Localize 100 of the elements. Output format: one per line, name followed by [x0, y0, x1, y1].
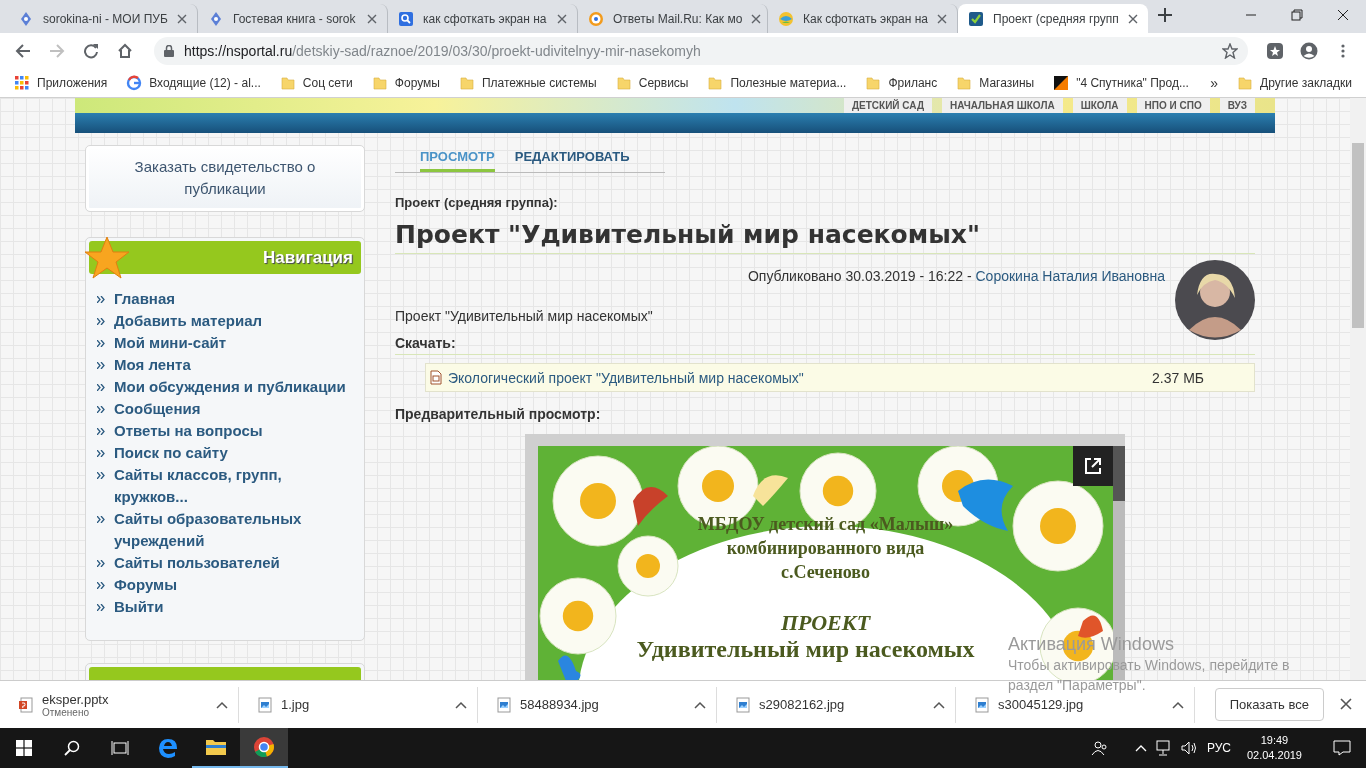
site-nav-tab[interactable]: ДЕТСКИЙ САД	[843, 98, 933, 113]
address-bar[interactable]: https://nsportal.ru/detskiy-sad/raznoe/2019/03/30/proekt-udivitelnyy-mir-nasekomyh	[154, 36, 1248, 65]
bookmark[interactable]: Входящие (12) - al...	[126, 74, 261, 91]
menu-icon[interactable]	[1341, 42, 1345, 59]
back-icon[interactable]	[15, 42, 31, 59]
file-icon	[18, 696, 34, 713]
bookmark[interactable]: Сервисы	[615, 74, 689, 91]
file-icon	[496, 696, 512, 713]
file-icon	[974, 696, 990, 713]
download-item[interactable]: eksper.pptx Отменено	[18, 686, 239, 723]
nav-link[interactable]: Сообщения	[114, 398, 201, 420]
task-view-icon[interactable]	[111, 740, 129, 756]
caret-icon[interactable]	[455, 700, 467, 709]
download-item[interactable]: 1.jpg	[257, 686, 478, 723]
nav-link[interactable]: Сайты пользователей	[114, 552, 280, 574]
volume-icon[interactable]	[1180, 740, 1199, 756]
site-nav-tab[interactable]: ВУЗ	[1219, 98, 1255, 113]
bookmark[interactable]: Другие закладки	[1237, 74, 1352, 91]
bookmark[interactable]: Полезные материа...	[707, 74, 847, 91]
site-nav-tab[interactable]: НПО И СПО	[1136, 98, 1210, 113]
file-link[interactable]: Экологический проект "Удивительный мир насекомых"	[448, 369, 1146, 386]
file-size: 2.37 МБ	[1152, 369, 1204, 386]
page-title: Проект "Удивительный мир насекомых"	[395, 220, 1255, 254]
folder-icon[interactable]	[205, 738, 227, 756]
open-external-button[interactable]	[1073, 446, 1113, 486]
reload-icon[interactable]	[83, 42, 99, 59]
new-tab-icon[interactable]	[1158, 7, 1172, 22]
bookmark-icon	[615, 74, 632, 91]
search-icon[interactable]	[64, 740, 80, 756]
bookmark[interactable]: "4 Спутника" Прод...	[1053, 74, 1189, 91]
view-tab[interactable]: РЕДАКТИРОВАТЬ	[514, 145, 630, 172]
language-indicator[interactable]: РУС	[1206, 741, 1231, 755]
nav-link[interactable]: Выйти	[114, 596, 164, 618]
nav-link[interactable]: Моя лента	[114, 354, 191, 376]
bookmark[interactable]: Магазины	[956, 74, 1035, 91]
people-icon[interactable]	[1090, 740, 1109, 756]
bookmark[interactable]: Приложения	[14, 74, 108, 91]
author-link[interactable]: Сорокина Наталия Ивановна	[975, 268, 1165, 284]
preview-label: Предварительный просмотр:	[395, 406, 602, 422]
bookmark-icon	[279, 74, 296, 91]
nav-link[interactable]: Ответы на вопросы	[114, 420, 263, 442]
nav-link[interactable]: Сайты образовательных учреждений	[114, 508, 350, 552]
close-icon[interactable]	[367, 13, 377, 24]
scrollbar[interactable]	[1350, 98, 1366, 680]
browser-e-icon[interactable]	[158, 738, 178, 758]
windows-start-icon[interactable]	[16, 740, 32, 756]
extension-icon[interactable]	[1266, 41, 1284, 60]
nav-link[interactable]: Главная	[114, 288, 175, 310]
network-icon[interactable]	[1154, 740, 1173, 756]
nav-link[interactable]: Мои обсуждения и публикации	[114, 376, 346, 398]
bookmark[interactable]: Фриланс	[865, 74, 938, 91]
panel-title: Навигация	[263, 247, 353, 268]
bookmark-icon	[458, 74, 475, 91]
bookmark-icon	[1053, 74, 1070, 91]
nav-link[interactable]: Добавить материал	[114, 310, 262, 332]
bookmark-icon	[14, 74, 30, 91]
download-item[interactable]: 58488934.jpg	[496, 686, 717, 723]
lock-icon	[164, 44, 174, 57]
notifications-icon[interactable]	[1333, 740, 1351, 756]
caret-icon[interactable]	[694, 700, 706, 709]
close-icon[interactable]	[937, 13, 947, 24]
show-all-button[interactable]: Показать все	[1214, 688, 1324, 721]
close-icon[interactable]	[177, 13, 187, 24]
bullet-icon	[97, 318, 105, 325]
bookmark[interactable]: Соц сети	[279, 74, 353, 91]
slide-title: Удивительный мир насекомых	[636, 636, 975, 663]
bullet-icon	[97, 472, 105, 479]
bookmarks-overflow[interactable]: »	[1210, 74, 1219, 91]
chrome-icon[interactable]	[253, 736, 275, 758]
home-icon[interactable]	[117, 42, 133, 59]
download-item[interactable]: s29082162.jpg	[735, 686, 956, 723]
tab-favicon-icon	[18, 10, 34, 27]
profile-icon[interactable]	[1300, 41, 1318, 60]
nav-link[interactable]: Мой мини-сайт	[114, 332, 227, 354]
close-icon[interactable]	[557, 13, 567, 24]
browser-tab[interactable]: Проект (средняя групп	[958, 4, 1148, 33]
open-external-icon	[1083, 456, 1103, 476]
file-icon	[735, 696, 751, 713]
bookmark[interactable]: Платежные системы	[458, 74, 597, 91]
nav-link[interactable]: Форумы	[114, 574, 177, 596]
close-icon[interactable]	[1128, 13, 1138, 24]
close-icon[interactable]	[1340, 697, 1352, 710]
bookmark[interactable]: Форумы	[371, 74, 440, 91]
site-nav-tab[interactable]: ШКОЛА	[1072, 98, 1127, 113]
caret-icon[interactable]	[933, 700, 945, 709]
nav-link[interactable]: Сайты классов, групп, кружков...	[114, 464, 350, 508]
slide-text: с.Сеченово	[781, 561, 870, 584]
category-label: Проект (средняя группа):	[395, 195, 559, 210]
bullet-icon	[97, 560, 105, 567]
nav-link[interactable]: Поиск по сайту	[114, 442, 228, 464]
clock[interactable]: 19:49 02.04.2019	[1246, 733, 1302, 763]
close-icon[interactable]	[751, 13, 762, 24]
published-info: Опубликовано 30.03.2019 - 16:22 - Сорокина Наталия Ивановна	[746, 267, 1165, 284]
caret-icon[interactable]	[1172, 700, 1184, 709]
download-label: Скачать:	[395, 334, 457, 351]
site-nav-tab[interactable]: НАЧАЛЬНАЯ ШКОЛА	[942, 98, 1063, 113]
caret-icon[interactable]	[216, 700, 228, 709]
certificate-button[interactable]: Заказать свидетельство о публикации	[85, 145, 365, 212]
bullet-icon	[97, 340, 105, 347]
star-outline-icon[interactable]	[1222, 42, 1238, 59]
